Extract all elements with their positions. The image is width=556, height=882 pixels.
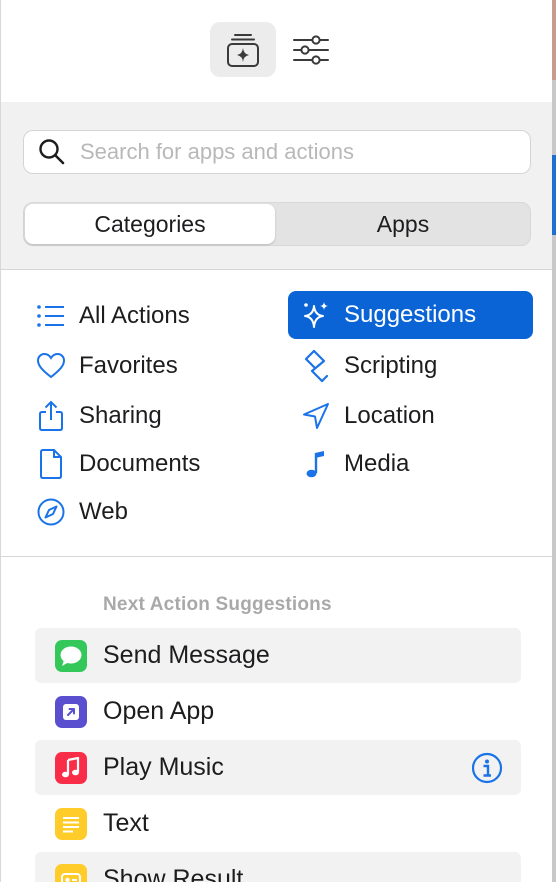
sparkle-library-icon	[227, 33, 259, 67]
compass-icon	[35, 496, 67, 528]
panel-toolbar	[1, 0, 552, 102]
sliders-icon	[293, 34, 329, 65]
search-icon	[39, 139, 65, 165]
suggestion-label: Open App	[103, 697, 215, 725]
open-app-icon	[55, 695, 87, 728]
category-label: Location	[344, 402, 435, 429]
suggestion-label: Text	[103, 809, 149, 837]
messages-icon	[55, 639, 87, 672]
segment-categories[interactable]: Categories	[25, 204, 275, 244]
category-label: Suggestions	[344, 301, 477, 328]
category-list: All Actions Favorites Sharing Documents …	[1, 270, 552, 557]
search-input[interactable]	[80, 139, 500, 165]
suggestion-text[interactable]: Text	[35, 796, 521, 851]
category-label: Documents	[79, 450, 201, 477]
category-label: All Actions	[79, 302, 190, 329]
segment-apps[interactable]: Apps	[276, 204, 530, 244]
suggestion-label: Send Message	[103, 641, 270, 669]
actions-library-button[interactable]	[210, 22, 276, 77]
share-icon	[35, 400, 67, 432]
category-favorites[interactable]: Favorites	[31, 342, 271, 390]
search-section: Categories Apps	[1, 102, 552, 270]
suggestion-label: Show Result	[103, 865, 244, 882]
category-documents[interactable]: Documents	[31, 440, 271, 488]
sparkles-icon	[300, 299, 332, 331]
category-sharing[interactable]: Sharing	[31, 392, 271, 440]
show-result-icon	[55, 863, 87, 882]
music-app-icon	[55, 751, 87, 784]
category-all-actions[interactable]: All Actions	[31, 292, 271, 340]
category-label: Scripting	[344, 352, 438, 379]
settings-button[interactable]	[278, 22, 344, 77]
location-arrow-icon	[300, 400, 332, 432]
background-window-edge	[552, 0, 556, 882]
text-icon	[55, 807, 87, 840]
suggestion-open-app[interactable]: Open App	[35, 684, 521, 739]
category-label: Favorites	[79, 352, 178, 379]
background-window-accent	[552, 0, 556, 80]
document-icon	[35, 448, 67, 480]
background-window-blue-accent	[552, 155, 556, 235]
view-segmented-control: Categories Apps	[23, 202, 531, 246]
music-note-icon	[300, 448, 332, 480]
suggestion-send-message[interactable]: Send Message	[35, 628, 521, 683]
scripting-icon	[300, 349, 332, 383]
category-suggestions[interactable]: Suggestions	[288, 291, 533, 339]
actions-panel: Categories Apps All Actions Fav	[0, 0, 552, 882]
category-web[interactable]: Web	[31, 488, 271, 536]
category-media[interactable]: Media	[288, 440, 533, 488]
suggestion-show-result[interactable]: Show Result	[35, 852, 521, 882]
heart-icon	[35, 350, 67, 382]
category-label: Sharing	[79, 402, 162, 429]
category-scripting[interactable]: Scripting	[288, 342, 533, 390]
suggestions-heading: Next Action Suggestions	[103, 594, 332, 615]
info-icon[interactable]	[471, 752, 503, 784]
next-action-suggestions: Next Action Suggestions Send Message Ope…	[1, 558, 552, 882]
category-label: Web	[79, 498, 128, 525]
category-location[interactable]: Location	[288, 392, 533, 440]
search-field[interactable]	[23, 130, 531, 174]
list-icon	[35, 300, 67, 332]
suggestion-label: Play Music	[103, 753, 224, 781]
suggestion-play-music[interactable]: Play Music	[35, 740, 521, 795]
category-label: Media	[344, 450, 410, 477]
